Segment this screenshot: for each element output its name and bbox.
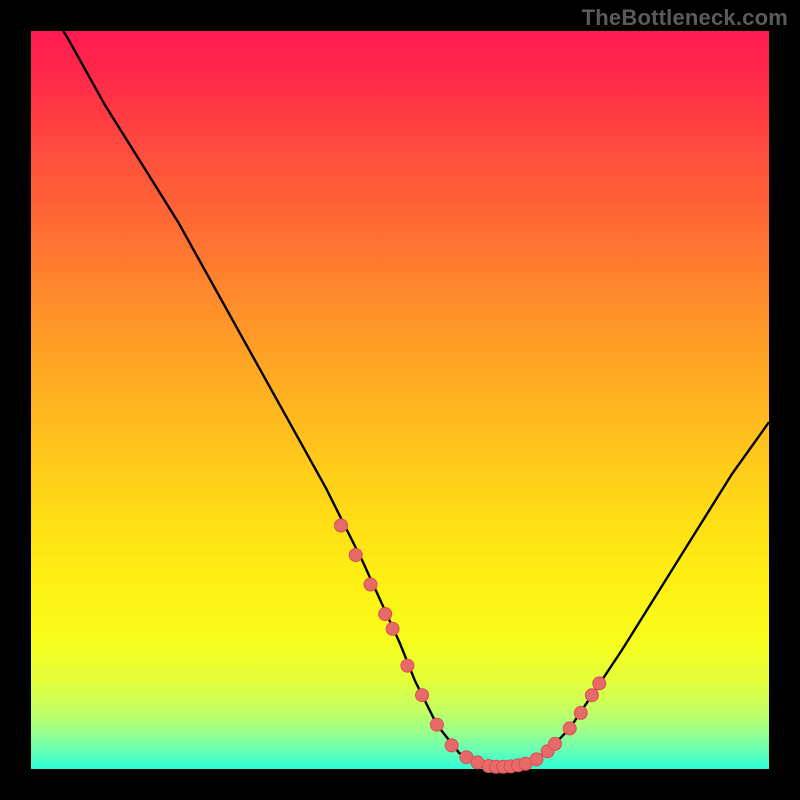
bottleneck-curve	[31, 0, 769, 767]
marker-point	[530, 753, 543, 766]
marker-point	[585, 689, 598, 702]
marker-point	[445, 739, 458, 752]
marker-point	[379, 608, 392, 621]
marker-point	[401, 659, 414, 672]
watermark-text: TheBottleneck.com	[582, 5, 788, 31]
plot-area	[31, 31, 769, 769]
marker-point	[563, 722, 576, 735]
marker-point	[549, 737, 562, 750]
chart-svg	[31, 31, 769, 769]
highlighted-markers	[335, 519, 606, 773]
marker-point	[364, 578, 377, 591]
marker-point	[416, 689, 429, 702]
marker-point	[386, 622, 399, 635]
marker-point	[574, 706, 587, 719]
marker-point	[349, 549, 362, 562]
marker-point	[593, 677, 606, 690]
outer-frame: TheBottleneck.com	[0, 0, 800, 800]
marker-point	[335, 519, 348, 532]
marker-point	[430, 718, 443, 731]
